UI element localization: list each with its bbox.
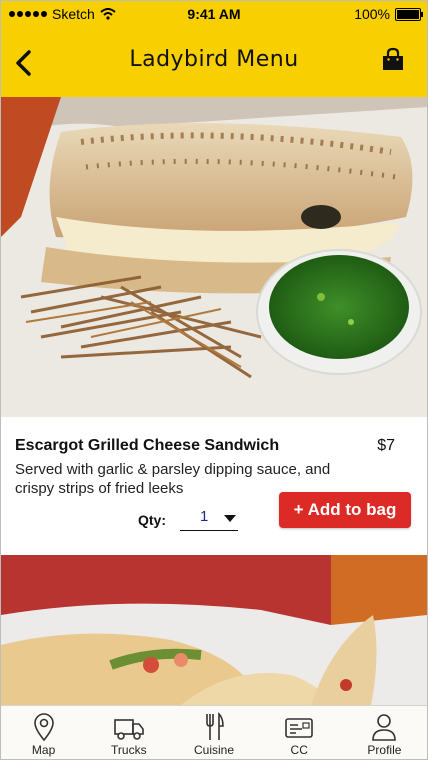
- tab-map[interactable]: Map: [1, 706, 86, 759]
- tab-bar: Map Trucks Cuisine CC Profile: [1, 705, 427, 759]
- cutlery-icon: [206, 712, 224, 740]
- tab-profile-label: Profile: [367, 743, 402, 757]
- shopping-bag-icon[interactable]: [381, 47, 405, 73]
- card-icon: [285, 718, 314, 738]
- caret-down-icon: [224, 515, 236, 522]
- tab-cuisine[interactable]: Cuisine: [171, 706, 256, 759]
- page-title: Ladybird Menu: [129, 47, 299, 72]
- item-name: Escargot Grilled Cheese Sandwich: [15, 437, 280, 454]
- quantity-select[interactable]: 1: [180, 508, 238, 531]
- nav-bar: Ladybird Menu: [1, 27, 427, 97]
- tab-trucks-label: Trucks: [111, 743, 147, 757]
- qty-label: Qty:: [138, 512, 166, 528]
- status-right: 100%: [354, 6, 423, 22]
- tab-cc-label: CC: [290, 743, 308, 757]
- food-photo-sandwich: [1, 97, 427, 417]
- tab-profile[interactable]: Profile: [342, 706, 427, 759]
- battery-icon: [395, 7, 423, 21]
- tab-cuisine-label: Cuisine: [193, 743, 235, 757]
- item-price: $7: [377, 437, 395, 454]
- app-screen: Sketch 9:41 AM 100% Ladybird Menu Escarg…: [0, 0, 428, 760]
- tab-map-label: Map: [31, 743, 56, 757]
- tab-trucks[interactable]: Trucks: [86, 706, 171, 759]
- tab-cc[interactable]: CC: [257, 706, 342, 759]
- quantity-value: 1: [200, 508, 209, 525]
- person-icon: [372, 714, 397, 741]
- menu-item-card: Escargot Grilled Cheese Sandwich $7 Serv…: [1, 417, 427, 555]
- food-photo-tacos: [1, 555, 427, 705]
- map-pin-icon: [33, 713, 54, 742]
- battery-percent: 100%: [354, 6, 390, 22]
- status-bar: Sketch 9:41 AM 100%: [1, 1, 427, 27]
- add-to-bag-button[interactable]: + Add to bag: [279, 492, 411, 528]
- truck-icon: [113, 719, 144, 740]
